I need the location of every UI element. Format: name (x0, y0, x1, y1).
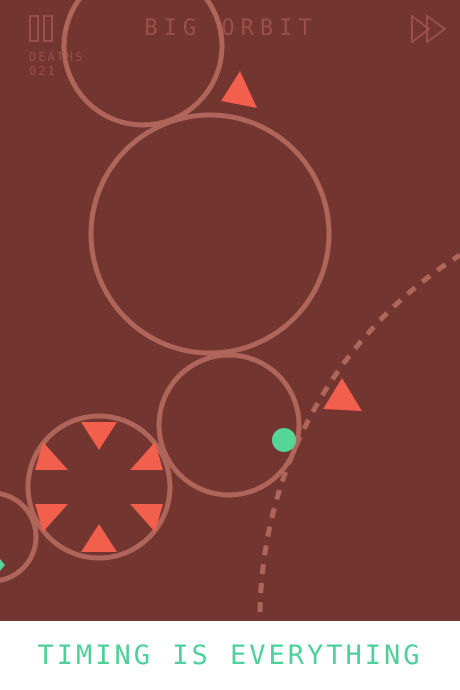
deaths-counter: DEATHS 021 (29, 50, 84, 78)
playfield (0, 0, 460, 613)
checkpoint-marker (0, 559, 5, 571)
deaths-count: 021 (29, 64, 57, 78)
game-screen: BIG ORBIT DEATHS 021 TIMING IS EVERYTHIN… (0, 0, 460, 690)
game-area[interactable]: BIG ORBIT DEATHS 021 (0, 0, 460, 621)
fast-forward-icon (411, 15, 446, 43)
fast-forward-button[interactable] (409, 14, 449, 44)
deaths-label: DEATHS (29, 50, 85, 64)
orbit-large (88, 112, 332, 356)
spike-hazard (81, 524, 117, 552)
tagline: TIMING IS EVERYTHING (37, 640, 423, 671)
spike-hazard (323, 378, 362, 411)
orbit-medium (156, 352, 302, 498)
player-ball (272, 428, 296, 452)
level-title: BIG ORBIT (144, 16, 318, 41)
spike-hazard (81, 422, 117, 450)
spike-hazard (221, 71, 257, 108)
